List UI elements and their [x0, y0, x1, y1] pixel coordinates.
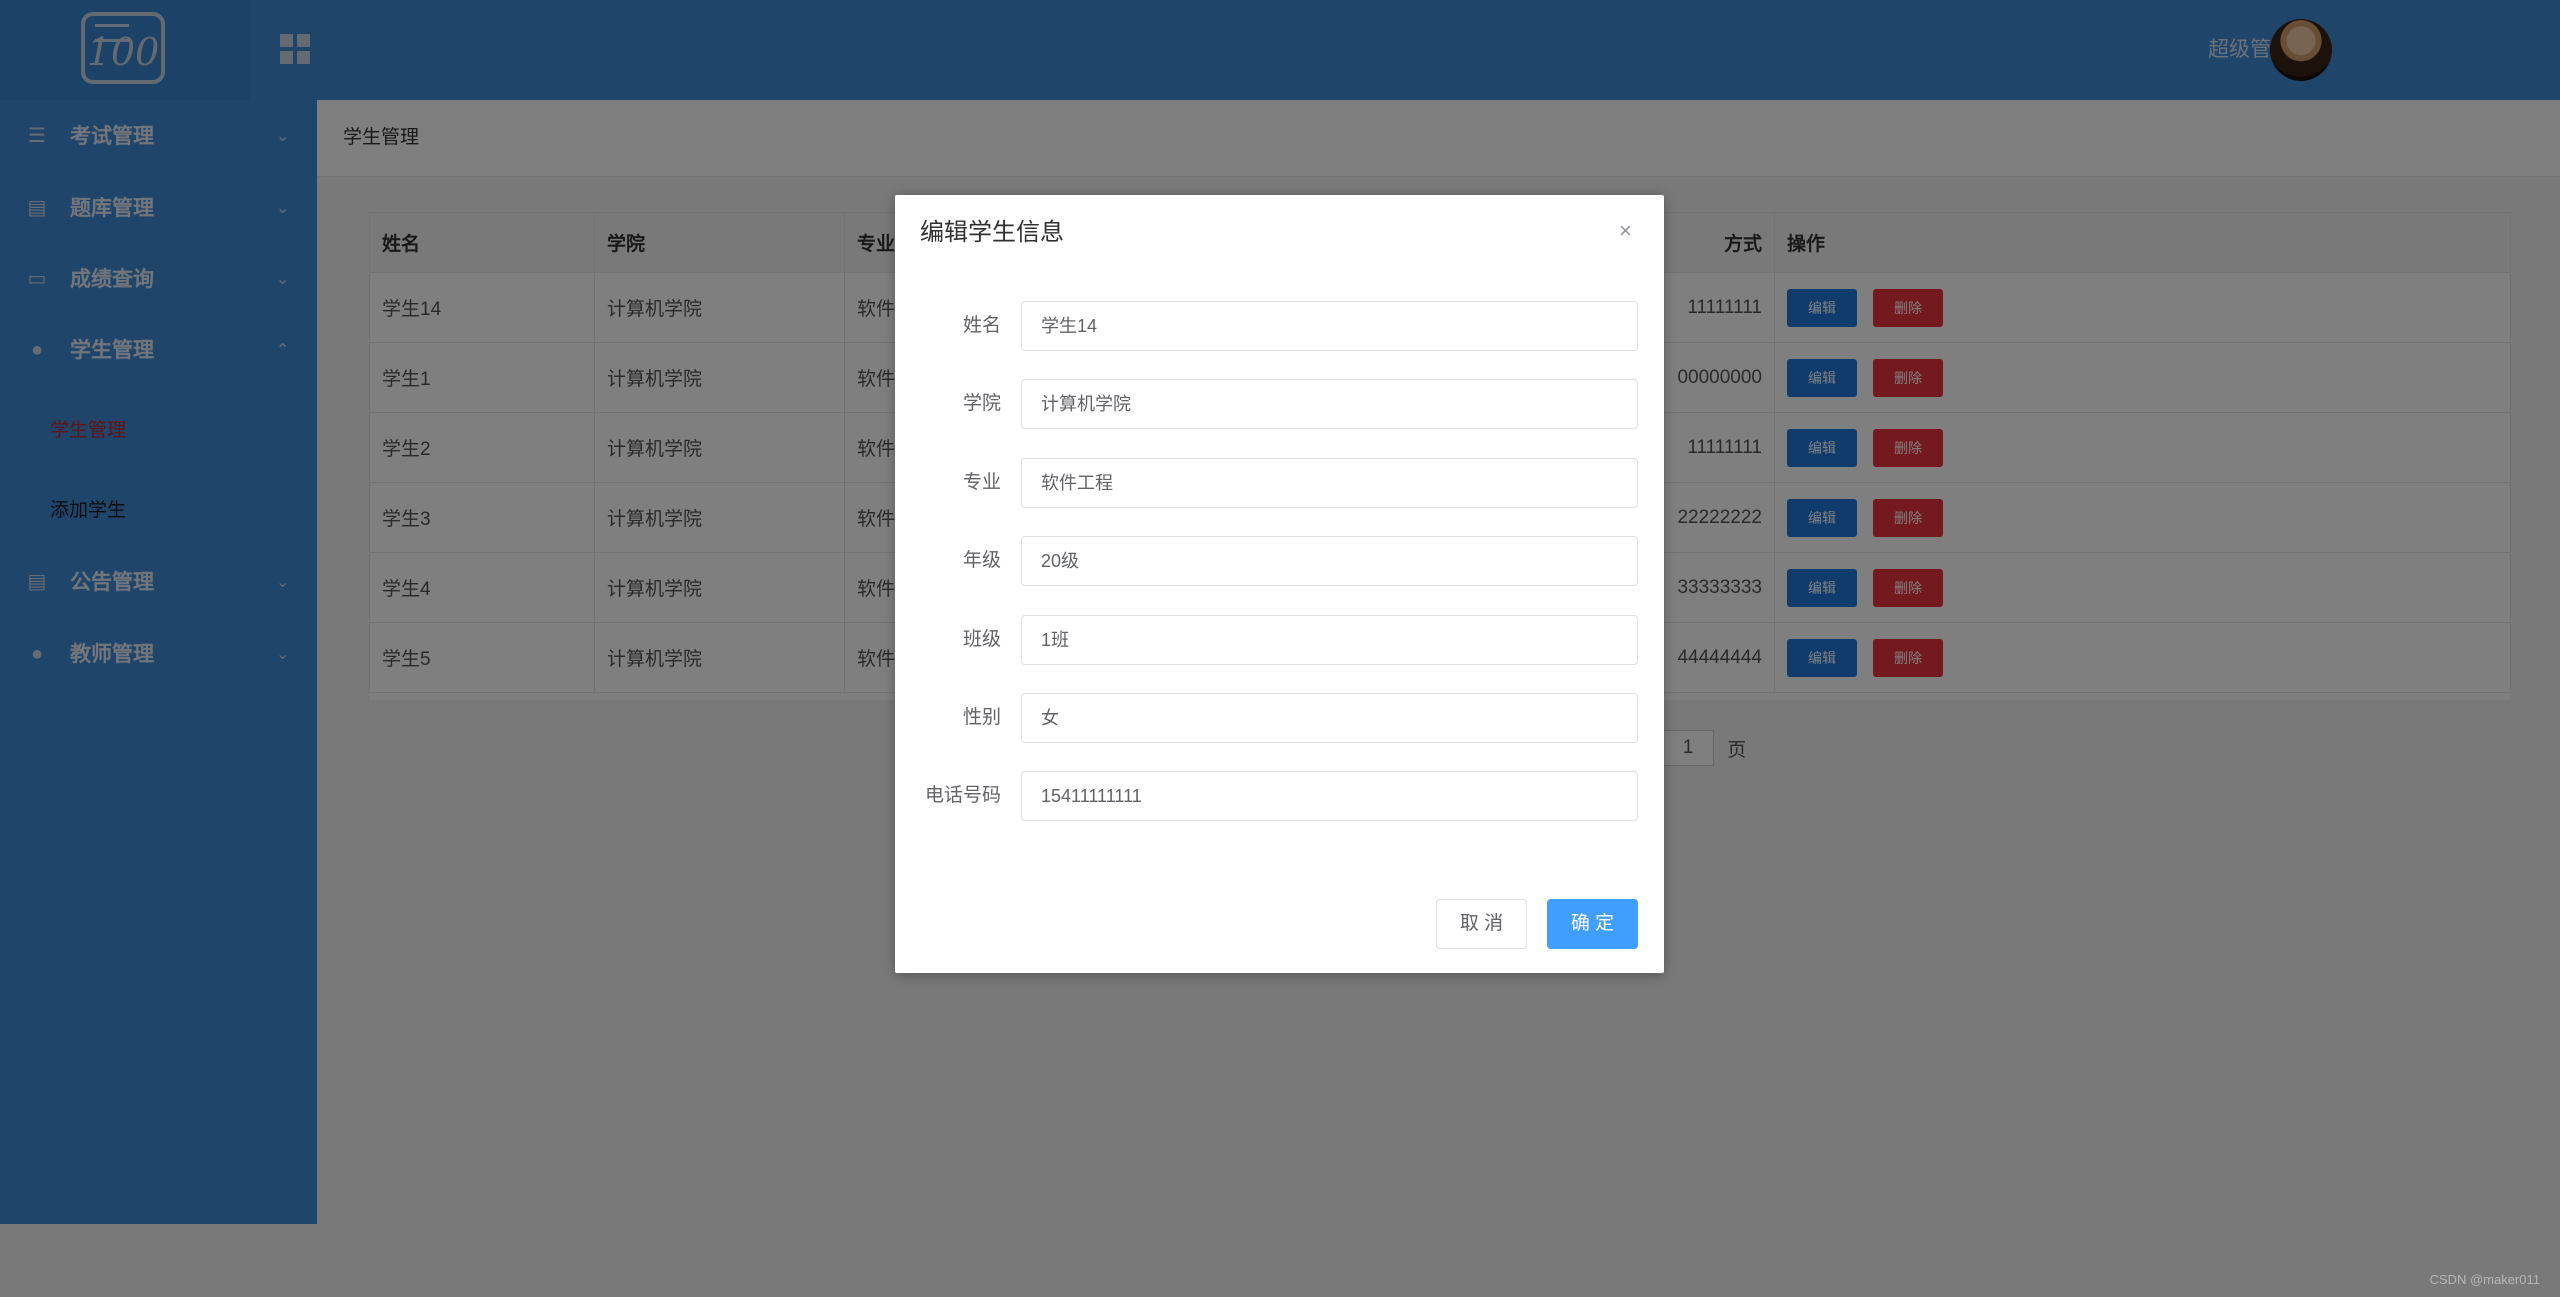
name-input[interactable]: 学生14 — [1021, 301, 1638, 351]
form-row-gender: 性别 女 — [895, 693, 1664, 743]
form-label: 姓名 — [962, 315, 1001, 336]
major-input[interactable]: 软件工程 — [1021, 458, 1638, 508]
form-row-grade: 年级 20级 — [895, 536, 1664, 586]
cancel-button[interactable]: 取 消 — [1436, 899, 1527, 949]
grade-input[interactable]: 20级 — [1021, 536, 1638, 586]
form-label: 性别 — [962, 707, 1001, 728]
form-label: 年级 — [962, 550, 1001, 571]
form-row-phone: 电话号码 15411111111 — [895, 771, 1664, 821]
form-label: 专业 — [962, 472, 1001, 493]
form-row-college: 学院 计算机学院 — [895, 379, 1664, 429]
watermark: CSDN @maker011 — [2429, 1272, 2541, 1287]
form-row-class: 班级 1班 — [895, 615, 1664, 665]
form-label: 班级 — [962, 629, 1001, 650]
edit-student-dialog: 编辑学生信息 × 姓名 学生14 学院 计算机学院 专业 软件工程 年级 20级… — [895, 195, 1664, 973]
form-label: 学院 — [962, 393, 1001, 414]
form-row-name: 姓名 学生14 — [895, 301, 1664, 351]
phone-input[interactable]: 15411111111 — [1021, 771, 1638, 821]
class-input[interactable]: 1班 — [1021, 615, 1638, 665]
dialog-title: 编辑学生信息 — [920, 219, 1064, 246]
form-label: 电话号码 — [924, 785, 1001, 806]
college-input[interactable]: 计算机学院 — [1021, 379, 1638, 429]
close-icon[interactable]: × — [1619, 217, 1632, 245]
form-row-major: 专业 软件工程 — [895, 458, 1664, 508]
confirm-button[interactable]: 确 定 — [1547, 899, 1638, 949]
gender-input[interactable]: 女 — [1021, 693, 1638, 743]
